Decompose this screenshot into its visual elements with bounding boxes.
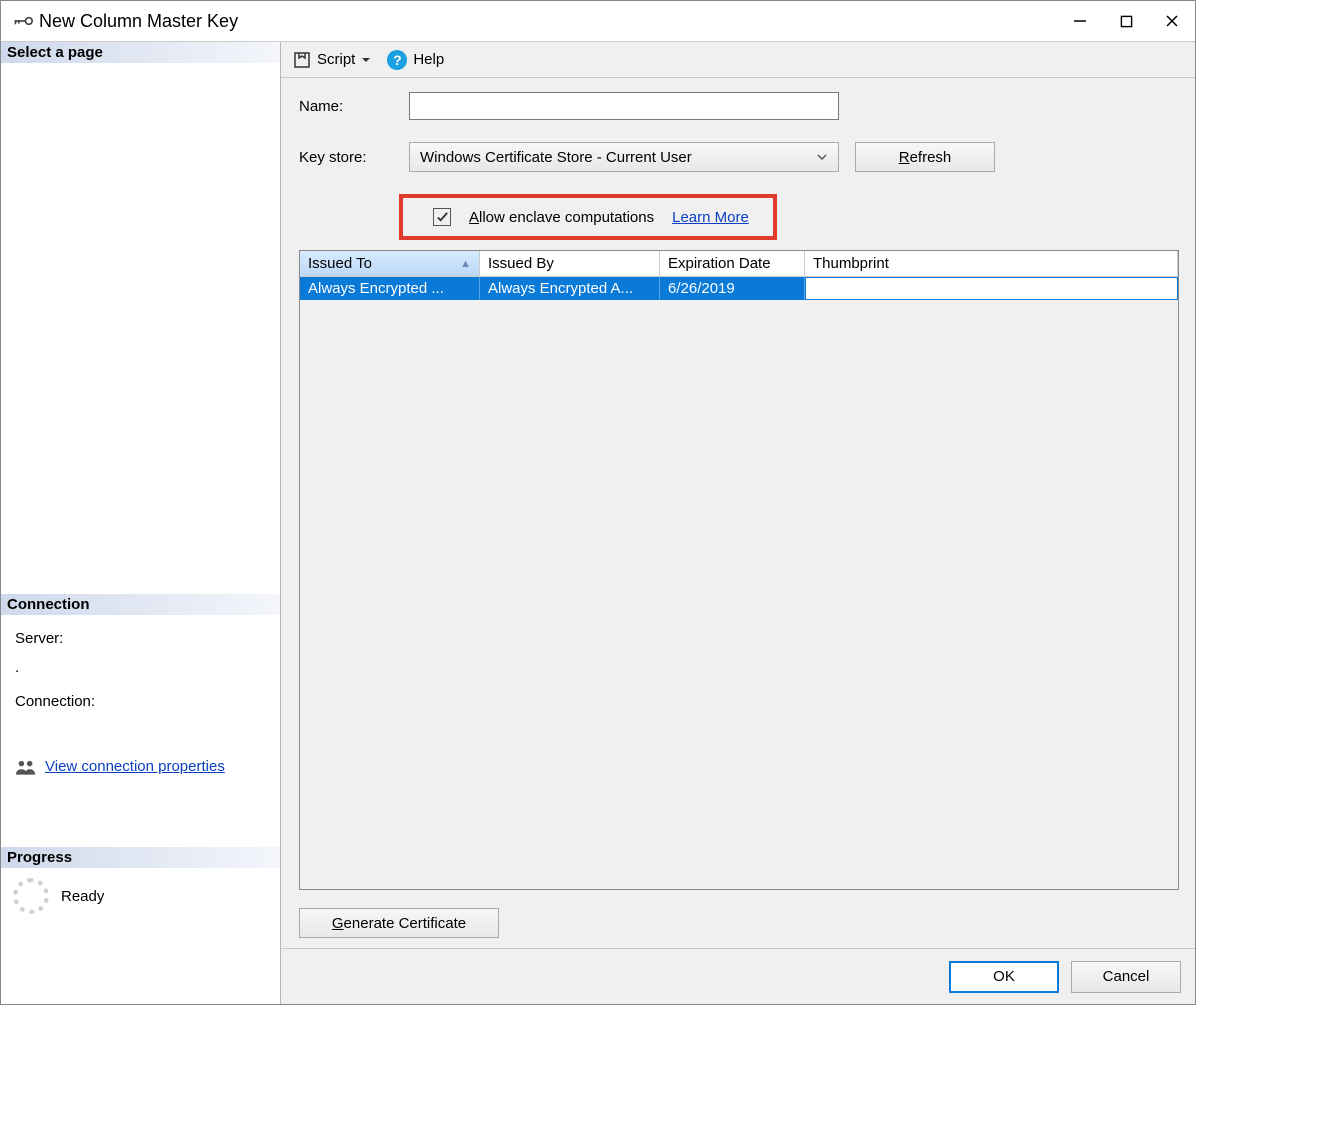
column-issued-to[interactable]: Issued To ▲ [300,251,480,277]
column-expiration[interactable]: Expiration Date [660,251,805,277]
enclave-label: Allow enclave computations [469,209,654,226]
help-button[interactable]: ? Help [383,48,448,72]
people-icon [15,758,37,776]
sort-asc-icon: ▲ [460,258,471,270]
server-value: . [15,654,268,683]
generate-certificate-button[interactable]: Generate Certificate [299,908,499,938]
connection-header: Connection [1,594,280,615]
enclave-highlight: Allow enclave computations Learn More [399,194,777,240]
window-title: New Column Master Key [39,11,238,32]
grid-header: Issued To ▲ Issued By Expiration Date Th… [300,251,1178,277]
toolbar: Script ? Help [281,42,1195,78]
minimize-button[interactable] [1057,1,1103,41]
script-label: Script [317,51,355,68]
progress-header: Progress [1,847,280,868]
chevron-down-icon [816,151,828,163]
titlebar: New Column Master Key [1,1,1195,41]
keystore-select[interactable]: Windows Certificate Store - Current User [409,142,839,172]
refresh-button[interactable]: Refresh [855,142,995,172]
enclave-checkbox[interactable] [433,208,451,226]
cancel-button[interactable]: Cancel [1071,961,1181,993]
keystore-value: Windows Certificate Store - Current User [420,149,692,166]
certificate-grid: Issued To ▲ Issued By Expiration Date Th… [299,250,1179,890]
grid-row[interactable]: Always Encrypted ... Always Encrypted A.… [300,277,1178,300]
keystore-label: Key store: [299,149,409,166]
close-button[interactable] [1149,1,1195,41]
connection-label: Connection: [15,688,268,717]
left-panel: Select a page Connection Server: . Conne… [1,42,281,1004]
learn-more-link[interactable]: Learn More [672,209,749,226]
maximize-button[interactable] [1103,1,1149,41]
connection-body: Server: . Connection: View connection pr… [1,615,280,797]
help-icon: ? [387,50,407,70]
server-label: Server: [15,625,268,654]
column-issued-by[interactable]: Issued By [480,251,660,277]
progress-spinner-icon [13,878,49,914]
ok-button[interactable]: OK [949,961,1059,993]
key-icon [13,11,33,31]
column-thumbprint[interactable]: Thumbprint [805,251,1178,277]
dialog-window: New Column Master Key Select a page Conn… [0,0,1196,1005]
main-panel: Script ? Help Name: Key store: Windows C… [281,42,1195,1004]
name-input[interactable] [409,92,839,120]
dialog-footer: OK Cancel [281,948,1195,1004]
help-label: Help [413,51,444,68]
view-connection-properties-link[interactable]: View connection properties [45,753,225,782]
select-page-header: Select a page [1,42,280,63]
chevron-down-icon [361,55,371,65]
script-dropdown[interactable]: Script [289,49,375,71]
progress-status: Ready [61,888,104,905]
name-label: Name: [299,98,409,115]
